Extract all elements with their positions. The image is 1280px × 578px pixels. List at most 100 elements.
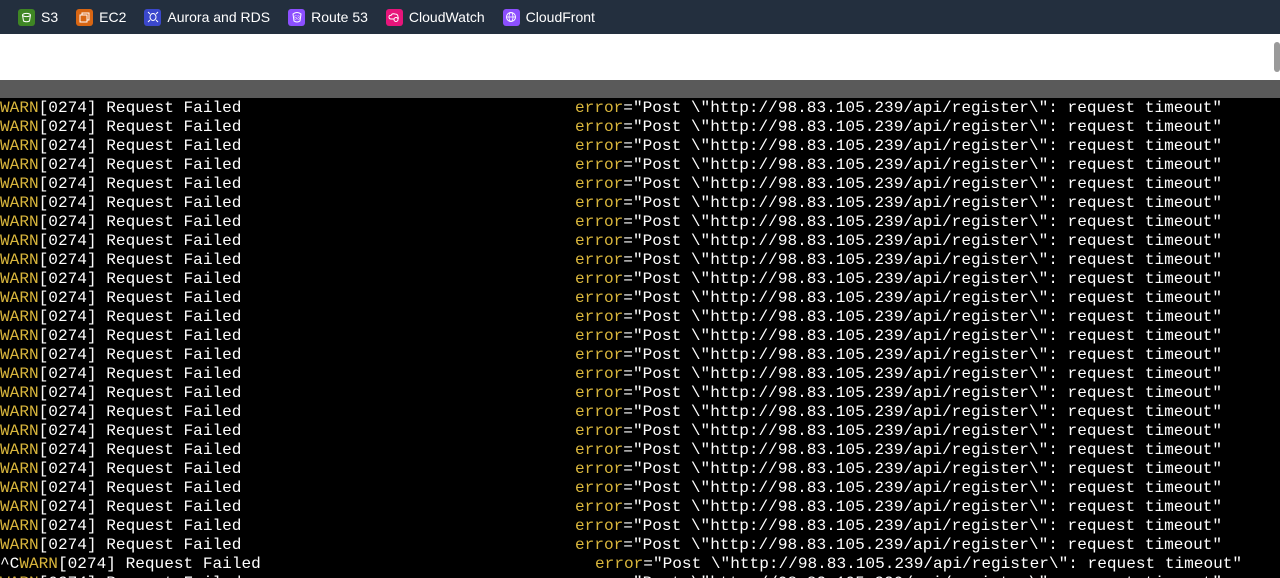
log-error-field: error="Post \"http://98.83.105.239/api/r… [575, 194, 1222, 213]
error-key: error [575, 118, 624, 136]
log-line-left: WARN[0274] Request Failed [0, 270, 241, 289]
log-counter: [0274] [38, 99, 97, 117]
log-line: WARN[0274] Request Failed error="Post \"h… [0, 232, 1280, 251]
log-line: WARN[0274] Request Failed error="Post \"h… [0, 574, 1280, 578]
log-message: Request Failed [96, 403, 242, 421]
log-line: WARN[0274] Request Failed error="Post \"h… [0, 137, 1280, 156]
log-line-left: WARN[0274] Request Failed [0, 422, 241, 441]
error-key: error [575, 213, 624, 231]
log-error-field: error="Post \"http://98.83.105.239/api/r… [575, 213, 1222, 232]
log-error-field: error="Post \"http://98.83.105.239/api/r… [575, 289, 1222, 308]
log-level: WARN [0, 137, 39, 155]
log-line-left: WARN[0274] Request Failed [0, 232, 241, 251]
log-line: WARN[0274] Request Failed error="Post \"h… [0, 479, 1280, 498]
error-key: error [575, 308, 624, 326]
log-error-field: error="Post \"http://98.83.105.239/api/r… [575, 308, 1222, 327]
terminal-output[interactable]: WARN[0274] Request Failed error="Post \"h… [0, 99, 1280, 578]
error-key: error [575, 460, 624, 478]
log-error-field: error="Post \"http://98.83.105.239/api/r… [575, 498, 1222, 517]
service-aurora-rds[interactable]: Aurora and RDS [144, 8, 271, 26]
log-level: WARN [0, 270, 39, 288]
log-line: WARN[0274] Request Failed error="Post \"h… [0, 156, 1280, 175]
log-level: WARN [0, 498, 39, 516]
service-cloudwatch[interactable]: CloudWatch [385, 8, 485, 26]
log-level: WARN [0, 365, 39, 383]
log-error-field: error="Post \"http://98.83.105.239/api/r… [575, 137, 1222, 156]
service-ec2[interactable]: EC2 [76, 8, 126, 26]
error-value: ="Post \"http://98.83.105.239/api/regist… [623, 422, 1223, 440]
service-label: CloudWatch [408, 9, 485, 25]
log-counter: [0274] [38, 175, 97, 193]
route53-icon: 53 [288, 8, 306, 26]
log-message: Request Failed [96, 308, 242, 326]
log-line-left: WARN[0274] Request Failed [0, 384, 241, 403]
error-value: ="Post \"http://98.83.105.239/api/regist… [623, 213, 1223, 231]
service-cloudfront[interactable]: CloudFront [502, 8, 595, 26]
service-label: Aurora and RDS [167, 9, 271, 25]
log-message: Request Failed [96, 232, 242, 250]
log-line: WARN[0274] Request Failed error="Post \"h… [0, 327, 1280, 346]
log-message: Request Failed [96, 479, 242, 497]
error-value: ="Post \"http://98.83.105.239/api/regist… [643, 555, 1243, 573]
log-error-field: error="Post \"http://98.83.105.239/api/r… [575, 118, 1222, 137]
log-message: Request Failed [96, 251, 242, 269]
log-level: WARN [0, 422, 39, 440]
log-message: Request Failed [96, 270, 242, 288]
log-level: WARN [0, 194, 39, 212]
log-error-field: error="Post \"http://98.83.105.239/api/r… [575, 441, 1222, 460]
log-line-left: WARN[0274] Request Failed [0, 517, 241, 536]
log-counter: [0274] [38, 384, 97, 402]
log-line: WARN[0274] Request Failed error="Post \"h… [0, 251, 1280, 270]
log-error-field: error="Post \"http://98.83.105.239/api/r… [575, 270, 1222, 289]
log-message: Request Failed [96, 536, 242, 554]
log-line-left: WARN[0274] Request Failed [0, 536, 241, 555]
log-level: WARN [0, 403, 39, 421]
log-line: WARN[0274] Request Failed error="Post \"h… [0, 403, 1280, 422]
error-value: ="Post \"http://98.83.105.239/api/regist… [623, 194, 1223, 212]
svg-text:53: 53 [294, 16, 300, 22]
log-level: WARN [0, 384, 39, 402]
error-value: ="Post \"http://98.83.105.239/api/regist… [623, 99, 1223, 117]
service-label: Route 53 [311, 9, 368, 25]
rds-icon [144, 8, 162, 26]
error-value: ="Post \"http://98.83.105.239/api/regist… [623, 232, 1223, 250]
log-line: WARN[0274] Request Failed error="Post \"h… [0, 460, 1280, 479]
scrollbar[interactable] [1274, 42, 1280, 72]
error-value: ="Post \"http://98.83.105.239/api/regist… [623, 118, 1223, 136]
service-route53[interactable]: 53 Route 53 [288, 8, 368, 26]
error-key: error [575, 384, 624, 402]
log-message: Request Failed [96, 156, 242, 174]
service-s3[interactable]: S3 [18, 8, 58, 26]
error-value: ="Post \"http://98.83.105.239/api/regist… [623, 327, 1223, 345]
log-line-left: WARN[0274] Request Failed [0, 99, 241, 118]
service-label: CloudFront [525, 9, 595, 25]
log-counter: [0274] [38, 365, 97, 383]
log-message: Request Failed [96, 289, 242, 307]
cloudfront-icon [502, 8, 520, 26]
error-value: ="Post \"http://98.83.105.239/api/regist… [623, 365, 1223, 383]
log-line-left: ^CWARN[0274] Request Failed [0, 555, 261, 574]
log-counter: [0274] [38, 270, 97, 288]
log-line-left: WARN[0274] Request Failed [0, 308, 241, 327]
log-level: WARN [0, 232, 39, 250]
log-line-left: WARN[0274] Request Failed [0, 194, 241, 213]
error-value: ="Post \"http://98.83.105.239/api/regist… [623, 289, 1223, 307]
error-key: error [595, 555, 644, 573]
log-counter: [0274] [38, 194, 97, 212]
log-message: Request Failed [96, 346, 242, 364]
log-line-left: WARN[0274] Request Failed [0, 289, 241, 308]
log-counter: [0274] [38, 517, 97, 535]
log-error-field: error="Post \"http://98.83.105.239/api/r… [575, 460, 1222, 479]
error-key: error [575, 99, 624, 117]
log-message: Request Failed [96, 194, 242, 212]
aws-services-bar: S3 EC2 Aurora and RDS 53 Route 53 CloudW… [0, 0, 1280, 34]
log-line: WARN[0274] Request Failed error="Post \"h… [0, 118, 1280, 137]
log-line-left: WARN[0274] Request Failed [0, 574, 241, 578]
log-line: WARN[0274] Request Failed error="Post \"h… [0, 536, 1280, 555]
error-value: ="Post \"http://98.83.105.239/api/regist… [623, 346, 1223, 364]
log-level: WARN [0, 441, 39, 459]
error-key: error [575, 498, 624, 516]
log-error-field: error="Post \"http://98.83.105.239/api/r… [575, 574, 1222, 578]
log-level: WARN [0, 517, 39, 535]
log-level: WARN [0, 327, 39, 345]
